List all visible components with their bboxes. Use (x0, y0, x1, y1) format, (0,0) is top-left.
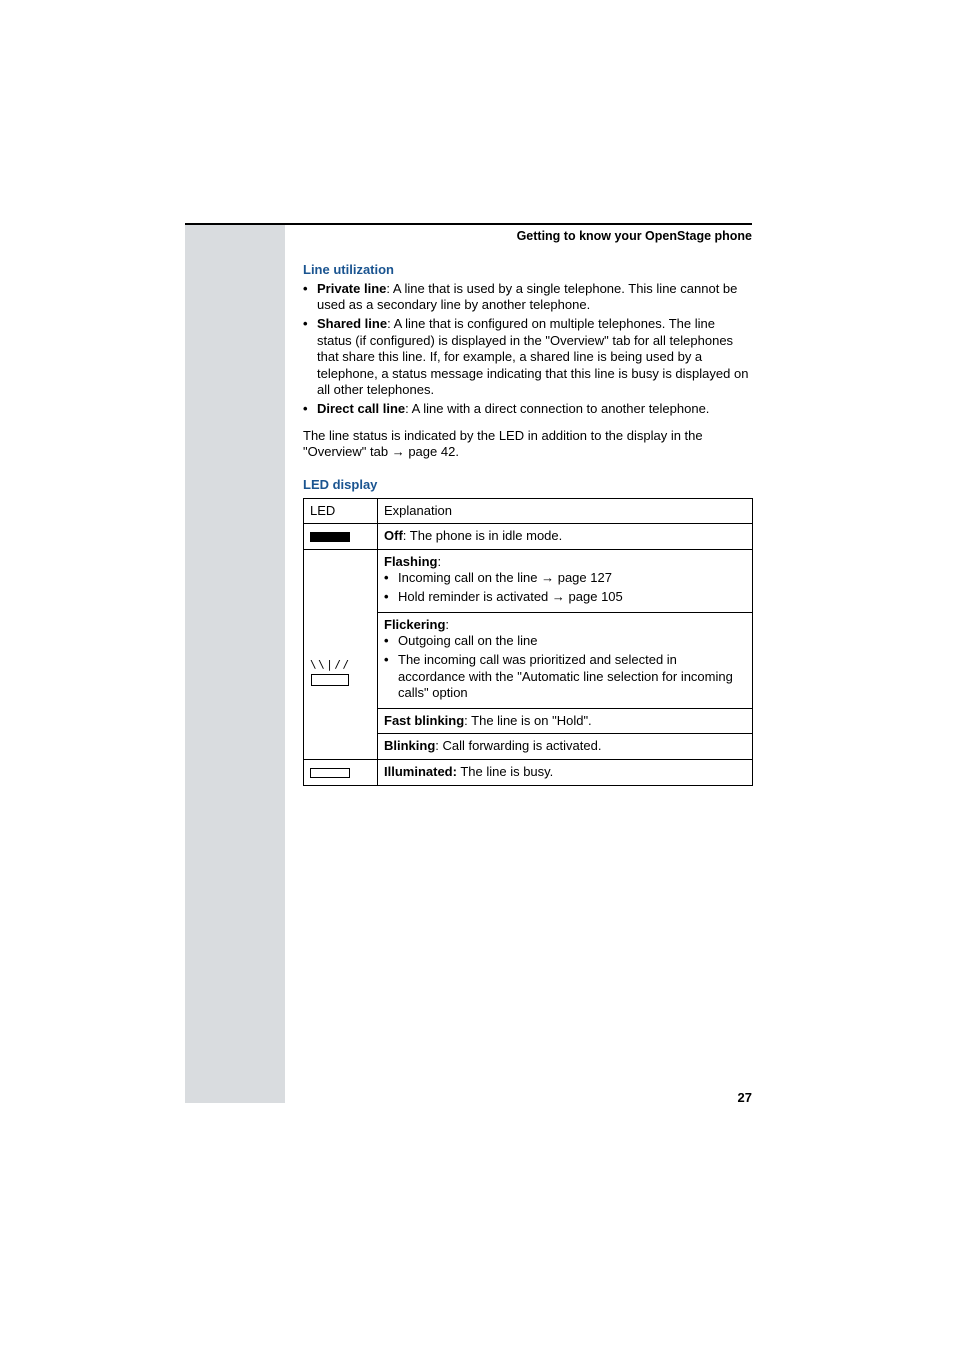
list-item: Outgoing call on the line (398, 633, 746, 650)
explanation-cell: Blinking: Call forwarding is activated. (378, 734, 753, 760)
fastblink-text: : The line is on "Hold". (464, 713, 592, 728)
sidebar-strip (185, 223, 285, 1103)
arrow-icon: → (392, 444, 409, 459)
term-text: : A line with a direct connection to ano… (405, 401, 709, 416)
explanation-cell: Flashing: Incoming call on the line → pa… (378, 549, 753, 612)
list-item: Hold reminder is activated → page 105 (398, 589, 746, 606)
illum-text: The line is busy. (457, 764, 553, 779)
header-led: LED (304, 498, 378, 524)
explanation-cell: Off: The phone is in idle mode. (378, 524, 753, 550)
led-flashing-icon: \\|// (310, 618, 351, 690)
table-row: \\|// Flashing: Incoming call on the lin… (304, 549, 753, 612)
section-title-led-display: LED display (303, 477, 753, 494)
item-text: Hold reminder is activated (398, 589, 552, 604)
table-header-row: LED Explanation (304, 498, 753, 524)
term-direct-call-line: Direct call line (317, 401, 405, 416)
header-explanation: Explanation (378, 498, 753, 524)
off-label: Off (384, 528, 403, 543)
list-item: The incoming call was prioritized and se… (398, 652, 746, 702)
page-ref: page 127 (558, 570, 612, 585)
flashing-list: Incoming call on the line → page 127 Hol… (384, 570, 746, 605)
illum-label: Illuminated: (384, 764, 457, 779)
status-text: The line status is indicated by the LED … (303, 428, 703, 460)
table-row: Illuminated: The line is busy. (304, 760, 753, 786)
arrow-icon: → (552, 589, 569, 604)
flickering-list: Outgoing call on the line The incoming c… (384, 633, 746, 702)
item-text: Incoming call on the line (398, 570, 541, 585)
header-rule (185, 223, 752, 225)
list-item: Private line: A line that is used by a s… (317, 281, 753, 314)
page-content: Line utilization Private line: A line th… (303, 262, 753, 786)
led-off-icon (310, 532, 350, 542)
led-off-cell (304, 524, 378, 550)
led-illum-cell (304, 760, 378, 786)
table-row: Off: The phone is in idle mode. (304, 524, 753, 550)
term-private-line: Private line (317, 281, 386, 296)
list-item: Incoming call on the line → page 127 (398, 570, 746, 587)
term-shared-line: Shared line (317, 316, 387, 331)
page-ref: page 105 (569, 589, 623, 604)
led-flash-cell: \\|// (304, 549, 378, 759)
section-title-line-utilization: Line utilization (303, 262, 753, 279)
blinking-text: : Call forwarding is activated. (435, 738, 601, 753)
list-item: Shared line: A line that is configured o… (317, 316, 753, 399)
explanation-cell: Fast blinking: The line is on "Hold". (378, 708, 753, 734)
explanation-cell: Illuminated: The line is busy. (378, 760, 753, 786)
led-illuminated-icon (310, 768, 350, 778)
explanation-cell: Flickering: Outgoing call on the line Th… (378, 612, 753, 708)
running-header: Getting to know your OpenStage phone (185, 229, 752, 243)
status-paragraph: The line status is indicated by the LED … (303, 428, 753, 461)
flashing-label: Flashing (384, 554, 437, 569)
arrow-icon: → (541, 570, 558, 585)
flickering-label: Flickering (384, 617, 445, 632)
fastblink-label: Fast blinking (384, 713, 464, 728)
led-table: LED Explanation Off: The phone is in idl… (303, 498, 753, 786)
off-text: : The phone is in idle mode. (403, 528, 562, 543)
page-ref: page 42. (408, 444, 459, 459)
list-item: Direct call line: A line with a direct c… (317, 401, 753, 418)
page-number: 27 (738, 1090, 752, 1105)
line-utilization-list: Private line: A line that is used by a s… (303, 281, 753, 418)
blinking-label: Blinking (384, 738, 435, 753)
